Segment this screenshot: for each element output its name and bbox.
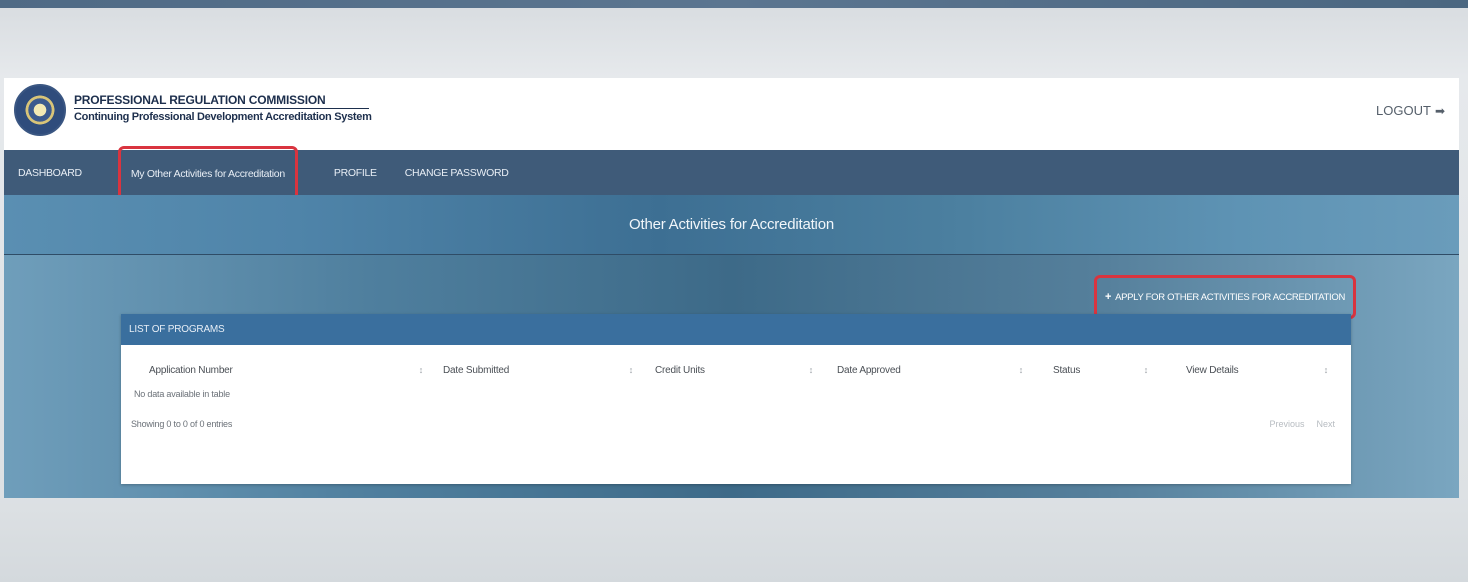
- app-window: PROFESSIONAL REGULATION COMMISSION Conti…: [4, 78, 1459, 498]
- column-label: Credit Units: [655, 364, 705, 376]
- system-name: Continuing Professional Development Accr…: [74, 111, 372, 123]
- table-header: Application Number ↕ Date Submitted ↕ Cr…: [131, 359, 1336, 381]
- apply-button-content: + APPLY FOR OTHER ACTIVITIES FOR ACCREDI…: [1105, 291, 1345, 303]
- page-hero: Other Activities for Accreditation: [4, 195, 1459, 255]
- apply-button-label: APPLY FOR OTHER ACTIVITIES FOR ACCREDITA…: [1115, 291, 1346, 303]
- column-header-date-submitted[interactable]: Date Submitted ↕: [431, 365, 641, 376]
- sort-icon: ↕: [418, 365, 424, 375]
- content-area: + APPLY FOR OTHER ACTIVITIES FOR ACCREDI…: [4, 255, 1459, 498]
- sort-icon: ↕: [1143, 365, 1149, 375]
- column-header-credit-units[interactable]: Credit Units ↕: [641, 365, 821, 376]
- pager-next-button[interactable]: Next: [1316, 419, 1335, 429]
- logout-label: LOGOUT: [1376, 103, 1431, 118]
- plus-icon: +: [1104, 291, 1112, 303]
- column-header-status[interactable]: Status ↕: [1031, 365, 1156, 376]
- sort-icon: ↕: [808, 365, 814, 375]
- brand-block: PROFESSIONAL REGULATION COMMISSION Conti…: [74, 93, 372, 123]
- logout-link[interactable]: LOGOUT ➡: [1376, 103, 1445, 118]
- panel-body: Application Number ↕ Date Submitted ↕ Cr…: [121, 345, 1351, 484]
- column-label: Date Approved: [837, 364, 901, 376]
- programs-panel: LIST OF PROGRAMS Application Number ↕ Da…: [121, 314, 1351, 484]
- sort-icon: ↕: [1323, 365, 1329, 375]
- prc-seal-logo: [14, 84, 66, 136]
- column-label: Application Number: [149, 364, 233, 376]
- main-nav: DASHBOARD My Other Activities for Accred…: [4, 145, 1459, 202]
- site-header: PROFESSIONAL REGULATION COMMISSION Conti…: [4, 78, 1459, 150]
- table-info: Showing 0 to 0 of 0 entries: [131, 419, 233, 429]
- nav-item-change-password[interactable]: CHANGE PASSWORD: [391, 167, 523, 179]
- column-label: Date Submitted: [443, 364, 510, 376]
- org-name: PROFESSIONAL REGULATION COMMISSION: [74, 93, 369, 109]
- nav-item-dashboard[interactable]: DASHBOARD: [4, 167, 96, 179]
- column-header-view-details[interactable]: View Details ↕: [1156, 365, 1336, 376]
- apply-other-activities-button[interactable]: + APPLY FOR OTHER ACTIVITIES FOR ACCREDI…: [1094, 275, 1356, 319]
- table-pager: Previous Next: [1269, 419, 1335, 429]
- column-label: View Details: [1186, 364, 1239, 376]
- column-header-date-approved[interactable]: Date Approved ↕: [821, 365, 1031, 376]
- empty-table-message: No data available in table: [134, 389, 230, 399]
- column-header-application-number[interactable]: Application Number ↕: [131, 365, 431, 376]
- sort-icon: ↕: [1018, 365, 1024, 375]
- logout-icon: ➡: [1434, 103, 1445, 118]
- nav-item-my-other-activities[interactable]: My Other Activities for Accreditation: [117, 145, 298, 202]
- sort-icon: ↕: [628, 365, 634, 375]
- pager-previous-button[interactable]: Previous: [1269, 419, 1304, 429]
- nav-item-profile[interactable]: PROFILE: [320, 167, 391, 179]
- panel-title: LIST OF PROGRAMS: [121, 314, 1351, 345]
- page-title: Other Activities for Accreditation: [629, 216, 834, 233]
- top-backdrop-strip: [0, 0, 1468, 8]
- column-label: Status: [1053, 364, 1081, 376]
